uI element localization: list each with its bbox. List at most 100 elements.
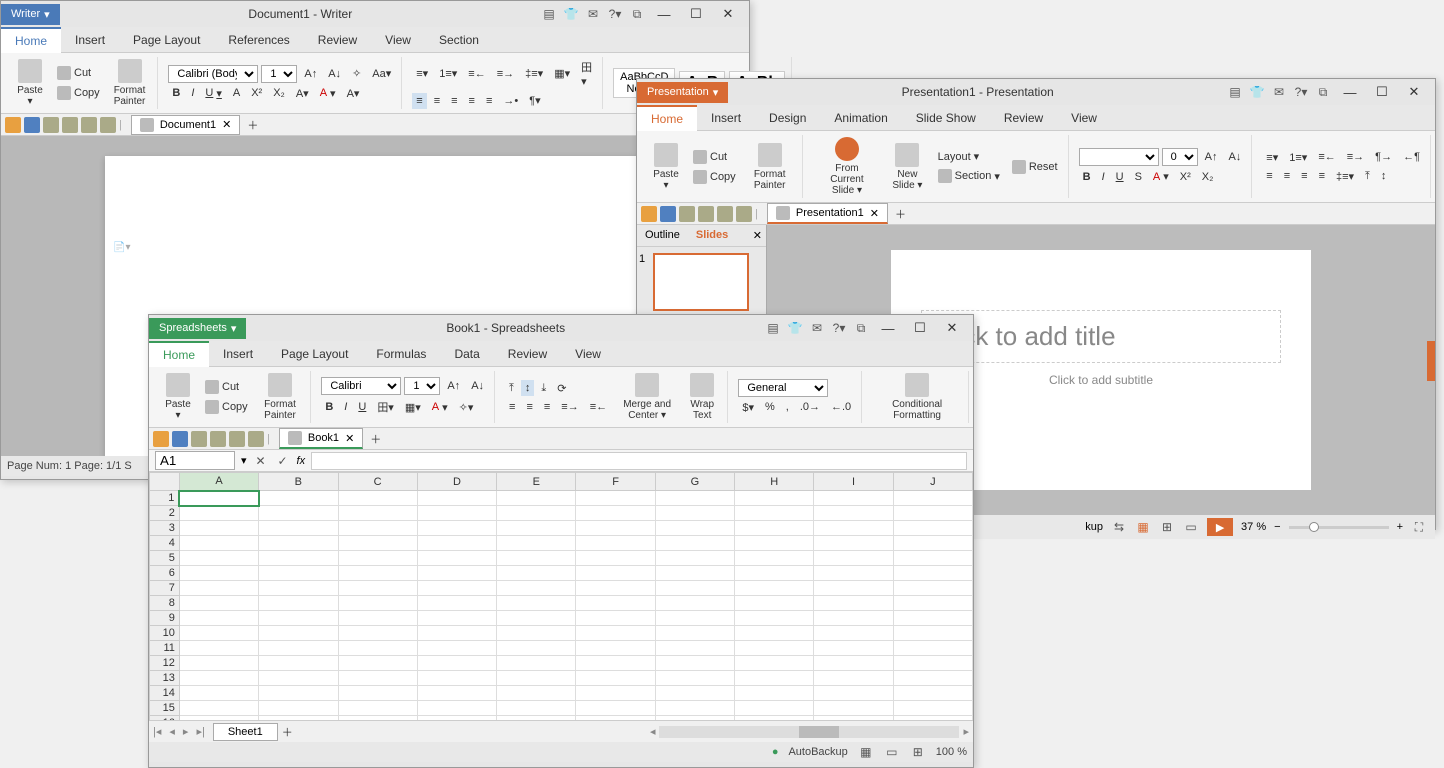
cell[interactable]	[576, 536, 655, 551]
copy-button[interactable]: Copy	[689, 168, 740, 186]
italic-button[interactable]: I	[1098, 169, 1109, 185]
print-preview-icon[interactable]	[62, 117, 78, 133]
task-pane-handle[interactable]	[1427, 341, 1435, 381]
subtitle-placeholder[interactable]: Click to add subtitle	[921, 373, 1281, 387]
shirt-icon[interactable]: 👕	[563, 6, 579, 22]
feedback-icon[interactable]: ✉	[585, 6, 601, 22]
cell[interactable]	[497, 566, 576, 581]
cell[interactable]	[497, 611, 576, 626]
case-button[interactable]: Aa▾	[368, 65, 395, 82]
col-header[interactable]: D	[417, 473, 496, 491]
cell[interactable]	[735, 626, 814, 641]
align-right-button[interactable]: ≡	[1297, 168, 1311, 184]
restore-icon[interactable]: ⧉	[853, 320, 869, 336]
cell[interactable]	[338, 671, 417, 686]
paste-button[interactable]: Paste ▾	[11, 57, 49, 109]
cell[interactable]	[814, 506, 893, 521]
menu-slide-show[interactable]: Slide Show	[902, 106, 990, 130]
char-shading-button[interactable]: A▾	[343, 85, 364, 102]
paste-button[interactable]: Paste ▾	[159, 371, 197, 423]
align-center-button[interactable]: ≡	[430, 93, 444, 109]
rtl-button[interactable]: ←¶	[1399, 149, 1424, 165]
cell[interactable]	[417, 521, 496, 536]
hscroll-left[interactable]: ◂	[646, 725, 660, 738]
cell[interactable]	[576, 701, 655, 716]
cell[interactable]	[735, 506, 814, 521]
cell[interactable]	[179, 611, 258, 626]
cell[interactable]	[893, 641, 972, 656]
menu-review[interactable]: Review	[494, 342, 561, 366]
prev-sheet-button[interactable]: ◂	[165, 725, 179, 738]
cell[interactable]	[576, 566, 655, 581]
cell[interactable]	[179, 566, 258, 581]
cell[interactable]	[893, 596, 972, 611]
cell[interactable]	[576, 491, 655, 506]
underline-button[interactable]: U	[354, 399, 370, 415]
show-marks-button[interactable]: ¶▾	[525, 92, 544, 109]
row-header[interactable]: 8	[150, 596, 180, 611]
cell[interactable]	[893, 611, 972, 626]
cell[interactable]	[735, 521, 814, 536]
new-tab-button[interactable]: ＋	[243, 115, 262, 135]
menu-insert[interactable]: Insert	[61, 28, 119, 52]
cell[interactable]	[338, 701, 417, 716]
strike-button[interactable]: A	[229, 85, 244, 101]
cell[interactable]	[338, 506, 417, 521]
menu-home[interactable]: Home	[637, 105, 697, 131]
cut-button[interactable]: Cut	[201, 378, 252, 396]
cell[interactable]	[417, 491, 496, 506]
cell[interactable]	[417, 641, 496, 656]
cell[interactable]	[814, 536, 893, 551]
zoom-in-button[interactable]: +	[1397, 521, 1403, 533]
font-select[interactable]: Calibri	[321, 377, 401, 395]
zoom-slider[interactable]	[1289, 526, 1389, 529]
cell[interactable]	[259, 506, 338, 521]
cell[interactable]	[893, 491, 972, 506]
conditional-format-button[interactable]: Conditional Formatting	[872, 371, 962, 423]
minimize-button[interactable]: —	[875, 318, 901, 338]
row-header[interactable]: 13	[150, 671, 180, 686]
cell[interactable]	[576, 641, 655, 656]
inc-dec-button[interactable]: .0→	[796, 399, 824, 415]
cell[interactable]	[259, 611, 338, 626]
cell-reference-input[interactable]	[155, 451, 235, 470]
cell[interactable]	[814, 641, 893, 656]
cell[interactable]	[338, 521, 417, 536]
cell[interactable]	[655, 611, 734, 626]
col-header[interactable]: I	[814, 473, 893, 491]
title-placeholder[interactable]: Click to add title	[921, 310, 1281, 363]
font-color-button[interactable]: A▾	[316, 85, 340, 102]
formula-input[interactable]	[311, 452, 967, 470]
col-header[interactable]: F	[576, 473, 655, 491]
cell[interactable]	[497, 641, 576, 656]
cell[interactable]	[338, 491, 417, 506]
cell[interactable]	[814, 626, 893, 641]
cell[interactable]	[655, 626, 734, 641]
align-left-button[interactable]: ≡	[1262, 168, 1276, 184]
italic-button[interactable]: I	[187, 85, 198, 101]
menu-review[interactable]: Review	[304, 28, 371, 52]
cell[interactable]	[179, 596, 258, 611]
cut-button[interactable]: Cut	[689, 148, 740, 166]
close-button[interactable]: ✕	[1401, 82, 1427, 102]
cell[interactable]	[655, 521, 734, 536]
line-spacing-button[interactable]: ‡≡▾	[1332, 168, 1358, 185]
cell[interactable]	[179, 686, 258, 701]
cell[interactable]	[735, 581, 814, 596]
cell[interactable]	[338, 626, 417, 641]
clear-format-button[interactable]: ✧	[348, 65, 365, 82]
cell[interactable]	[497, 671, 576, 686]
section-button[interactable]: Section ▾	[934, 167, 1004, 185]
align-right-button[interactable]: ≡	[540, 399, 554, 415]
cell[interactable]	[576, 581, 655, 596]
cell[interactable]	[338, 641, 417, 656]
align-left-button[interactable]: ≡	[412, 93, 426, 109]
new-tab-button[interactable]: ＋	[366, 429, 385, 449]
maximize-button[interactable]: ☐	[1369, 82, 1395, 102]
middle-align-button[interactable]: ↕	[521, 380, 535, 396]
add-sheet-button[interactable]: ＋	[278, 722, 297, 742]
cell[interactable]	[893, 506, 972, 521]
shrink-font-button[interactable]: A↓	[1224, 149, 1245, 165]
cell[interactable]	[497, 626, 576, 641]
cell[interactable]	[497, 506, 576, 521]
